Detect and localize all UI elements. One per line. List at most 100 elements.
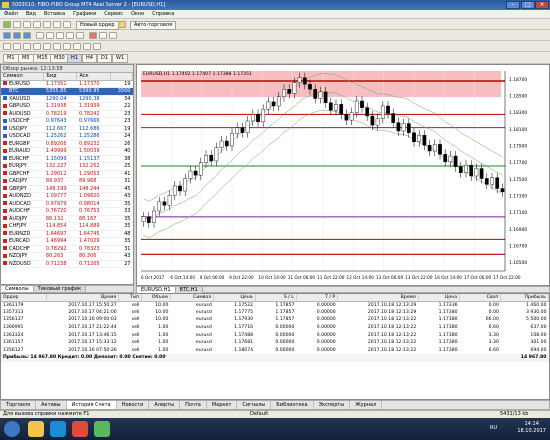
menu-help[interactable]: Справка [148, 10, 178, 19]
market-watch-row[interactable]: AUDCAD 0.97979 0.98014 35 [1, 200, 133, 208]
table-row[interactable]: 1357313 2017.10.17 04:21:00 sell 10.00 eurus… [1, 309, 549, 317]
column-header[interactable]: Время [46, 294, 120, 302]
period-m5[interactable]: M5 [18, 54, 34, 63]
column-header[interactable]: Время [337, 294, 419, 302]
tester-icon[interactable] [63, 21, 71, 28]
market-watch-row[interactable]: EURAUD 1.49999 1.50039 40 [1, 147, 133, 156]
column-header[interactable]: Символ [1, 73, 45, 81]
period-w1[interactable]: W1 [112, 54, 129, 63]
market-watch-row[interactable]: NZDJPY 80.263 80.306 43 [1, 252, 133, 261]
line-chart-icon[interactable] [23, 32, 31, 39]
metatrader-icon[interactable] [94, 421, 110, 437]
market-watch-row[interactable]: USDCAD 1.25262 1.25286 24 [1, 132, 133, 141]
tab-trade[interactable]: Торговля [1, 401, 37, 409]
table-row[interactable]: 1356127 2017.10.16 07:50:26 sell 1.00 eurusd… [1, 347, 549, 355]
menu-window[interactable]: Окно [127, 10, 148, 19]
data-window-icon[interactable] [33, 21, 41, 28]
new-chart-icon[interactable] [3, 21, 11, 28]
new-order-button[interactable]: Новый ордер [76, 21, 119, 30]
table-row[interactable]: 1356137 2017.10.16 09:00:03 sell 10.00 eurus… [1, 316, 549, 324]
tab-news[interactable]: Новости [117, 401, 150, 409]
market-watch-row[interactable]: CADJPY 89.937 89.968 31 [1, 177, 133, 186]
candle-chart-icon[interactable] [13, 32, 21, 39]
tab-experts[interactable]: Эксперты [314, 401, 351, 409]
tab-journal[interactable]: Журнал [350, 401, 383, 409]
templates-icon[interactable] [109, 32, 117, 39]
market-watch-row[interactable]: CHFJPY 114.854 114.889 35 [1, 222, 133, 231]
tab-symbols[interactable]: Символы [1, 286, 34, 292]
column-header[interactable]: Объем [141, 294, 171, 302]
column-header[interactable]: Прибыль [500, 294, 549, 302]
zoom-out-icon[interactable] [46, 32, 54, 39]
period-m1[interactable]: M1 [3, 54, 19, 63]
trendline-icon[interactable] [43, 43, 51, 50]
price-chart[interactable]: 1.18700 1.18500 1.18300 1.18100 1.17900 1.177… [137, 65, 549, 285]
table-row[interactable]: 1361179 2017.10.17 15:50:27 sell 10.00 eurus… [1, 301, 549, 309]
market-watch-icon[interactable] [23, 21, 31, 28]
navigator-icon[interactable] [43, 21, 51, 28]
market-watch-row[interactable]: AUDCHF 0.76720 0.76753 33 [1, 207, 133, 216]
period-h4[interactable]: H4 [82, 54, 97, 63]
vertical-line-icon[interactable] [23, 43, 31, 50]
market-watch-row[interactable]: EURGBP 0.89206 0.89232 26 [1, 140, 133, 148]
column-header[interactable]: Ордер [1, 294, 47, 302]
tab-tick-chart[interactable]: Тиковый график [33, 286, 87, 292]
tab-mailbox[interactable]: Почта [180, 401, 207, 409]
horizontal-line-icon[interactable] [33, 43, 41, 50]
market-watch-row[interactable]: BTC 5355.85 5390.95 3500 [1, 87, 133, 96]
market-watch-row[interactable]: EURCHF 1.15099 1.15137 38 [1, 155, 133, 163]
menu-view[interactable]: Вид [22, 10, 40, 19]
tab-exposure[interactable]: Активы [36, 401, 67, 409]
periods-icon[interactable] [99, 32, 107, 39]
market-watch-row[interactable]: GBPCHF 1.29012 1.29053 41 [1, 170, 133, 178]
table-row[interactable]: 1363324 2017.10.17 13:46:15 sell 1.00 eurusd… [1, 331, 549, 339]
menu-insert[interactable]: Вставка [40, 10, 69, 19]
close-button[interactable]: × [535, 1, 549, 9]
autotrade-button[interactable]: Авто-торговля [130, 21, 177, 30]
start-icon[interactable] [4, 421, 20, 437]
market-watch-row[interactable]: GBPUSD 1.31938 1.31939 22 [1, 102, 133, 111]
tab-alerts[interactable]: Алерты [149, 401, 181, 409]
cursor-icon[interactable] [3, 43, 11, 50]
profiles-icon[interactable] [13, 21, 21, 28]
terminal-icon[interactable] [53, 21, 61, 28]
explorer-icon[interactable] [28, 421, 44, 437]
crosshair-icon[interactable] [13, 43, 21, 50]
column-header[interactable]: Цена [418, 294, 461, 302]
column-header[interactable]: Тип [118, 294, 142, 302]
column-header[interactable]: Символ [170, 294, 215, 302]
channel-icon[interactable] [53, 43, 61, 50]
market-watch-row[interactable]: EURJPY 132.227 132.252 25 [1, 162, 133, 171]
chrome-icon[interactable] [72, 421, 88, 437]
column-header[interactable]: Своп [459, 294, 502, 302]
tile-icon[interactable] [56, 32, 64, 39]
text-icon[interactable] [73, 43, 81, 50]
table-row[interactable]: 1366991 2017.10.17 21:22:44 sell 1.00 eurusd… [1, 324, 549, 332]
chart-window[interactable]: 1.18700 1.18500 1.18300 1.18100 1.17900 1.177… [136, 64, 550, 286]
market-watch-row[interactable]: USDCHF 0.97643 0.97666 23 [1, 117, 133, 126]
autoscroll-icon[interactable] [66, 32, 74, 39]
market-watch-row[interactable]: GBPJPY 148.199 148.244 45 [1, 185, 133, 193]
column-header[interactable]: Цена [213, 294, 256, 302]
table-row[interactable]: 1361157 2017.10.17 15:33:12 sell 1.00 eurusd… [1, 339, 549, 347]
minimize-button[interactable]: – [506, 1, 520, 9]
period-m30[interactable]: M30 [50, 54, 69, 63]
column-header[interactable]: S / L [255, 294, 297, 302]
market-watch-row[interactable]: USDJPY 112.667 112.686 19 [1, 125, 133, 133]
period-d1[interactable]: D1 [97, 54, 113, 63]
column-header[interactable]: Аск [76, 73, 111, 81]
chart-shift-icon[interactable] [76, 32, 84, 39]
market-watch-row[interactable]: CADCHF 0.78292 0.78323 31 [1, 245, 133, 253]
market-watch-row[interactable]: EURCAD 1.46994 1.47029 35 [1, 237, 133, 246]
menu-tools[interactable]: Сервис [100, 10, 127, 19]
metaeditor-icon[interactable] [118, 21, 126, 28]
ie-icon[interactable] [50, 421, 66, 437]
tab-market[interactable]: Маркет [207, 401, 238, 409]
column-header[interactable] [110, 73, 134, 81]
market-watch-row[interactable]: XAUUSD 1290.04 1290.38 34 [1, 95, 133, 103]
menu-file[interactable]: Файл [0, 10, 22, 19]
indicators-icon[interactable] [89, 32, 97, 39]
market-watch-row[interactable]: NZDUSD 0.71238 0.71265 27 [1, 260, 133, 268]
tab-library[interactable]: Библиотека [271, 401, 314, 409]
arrows-icon[interactable] [93, 43, 101, 50]
